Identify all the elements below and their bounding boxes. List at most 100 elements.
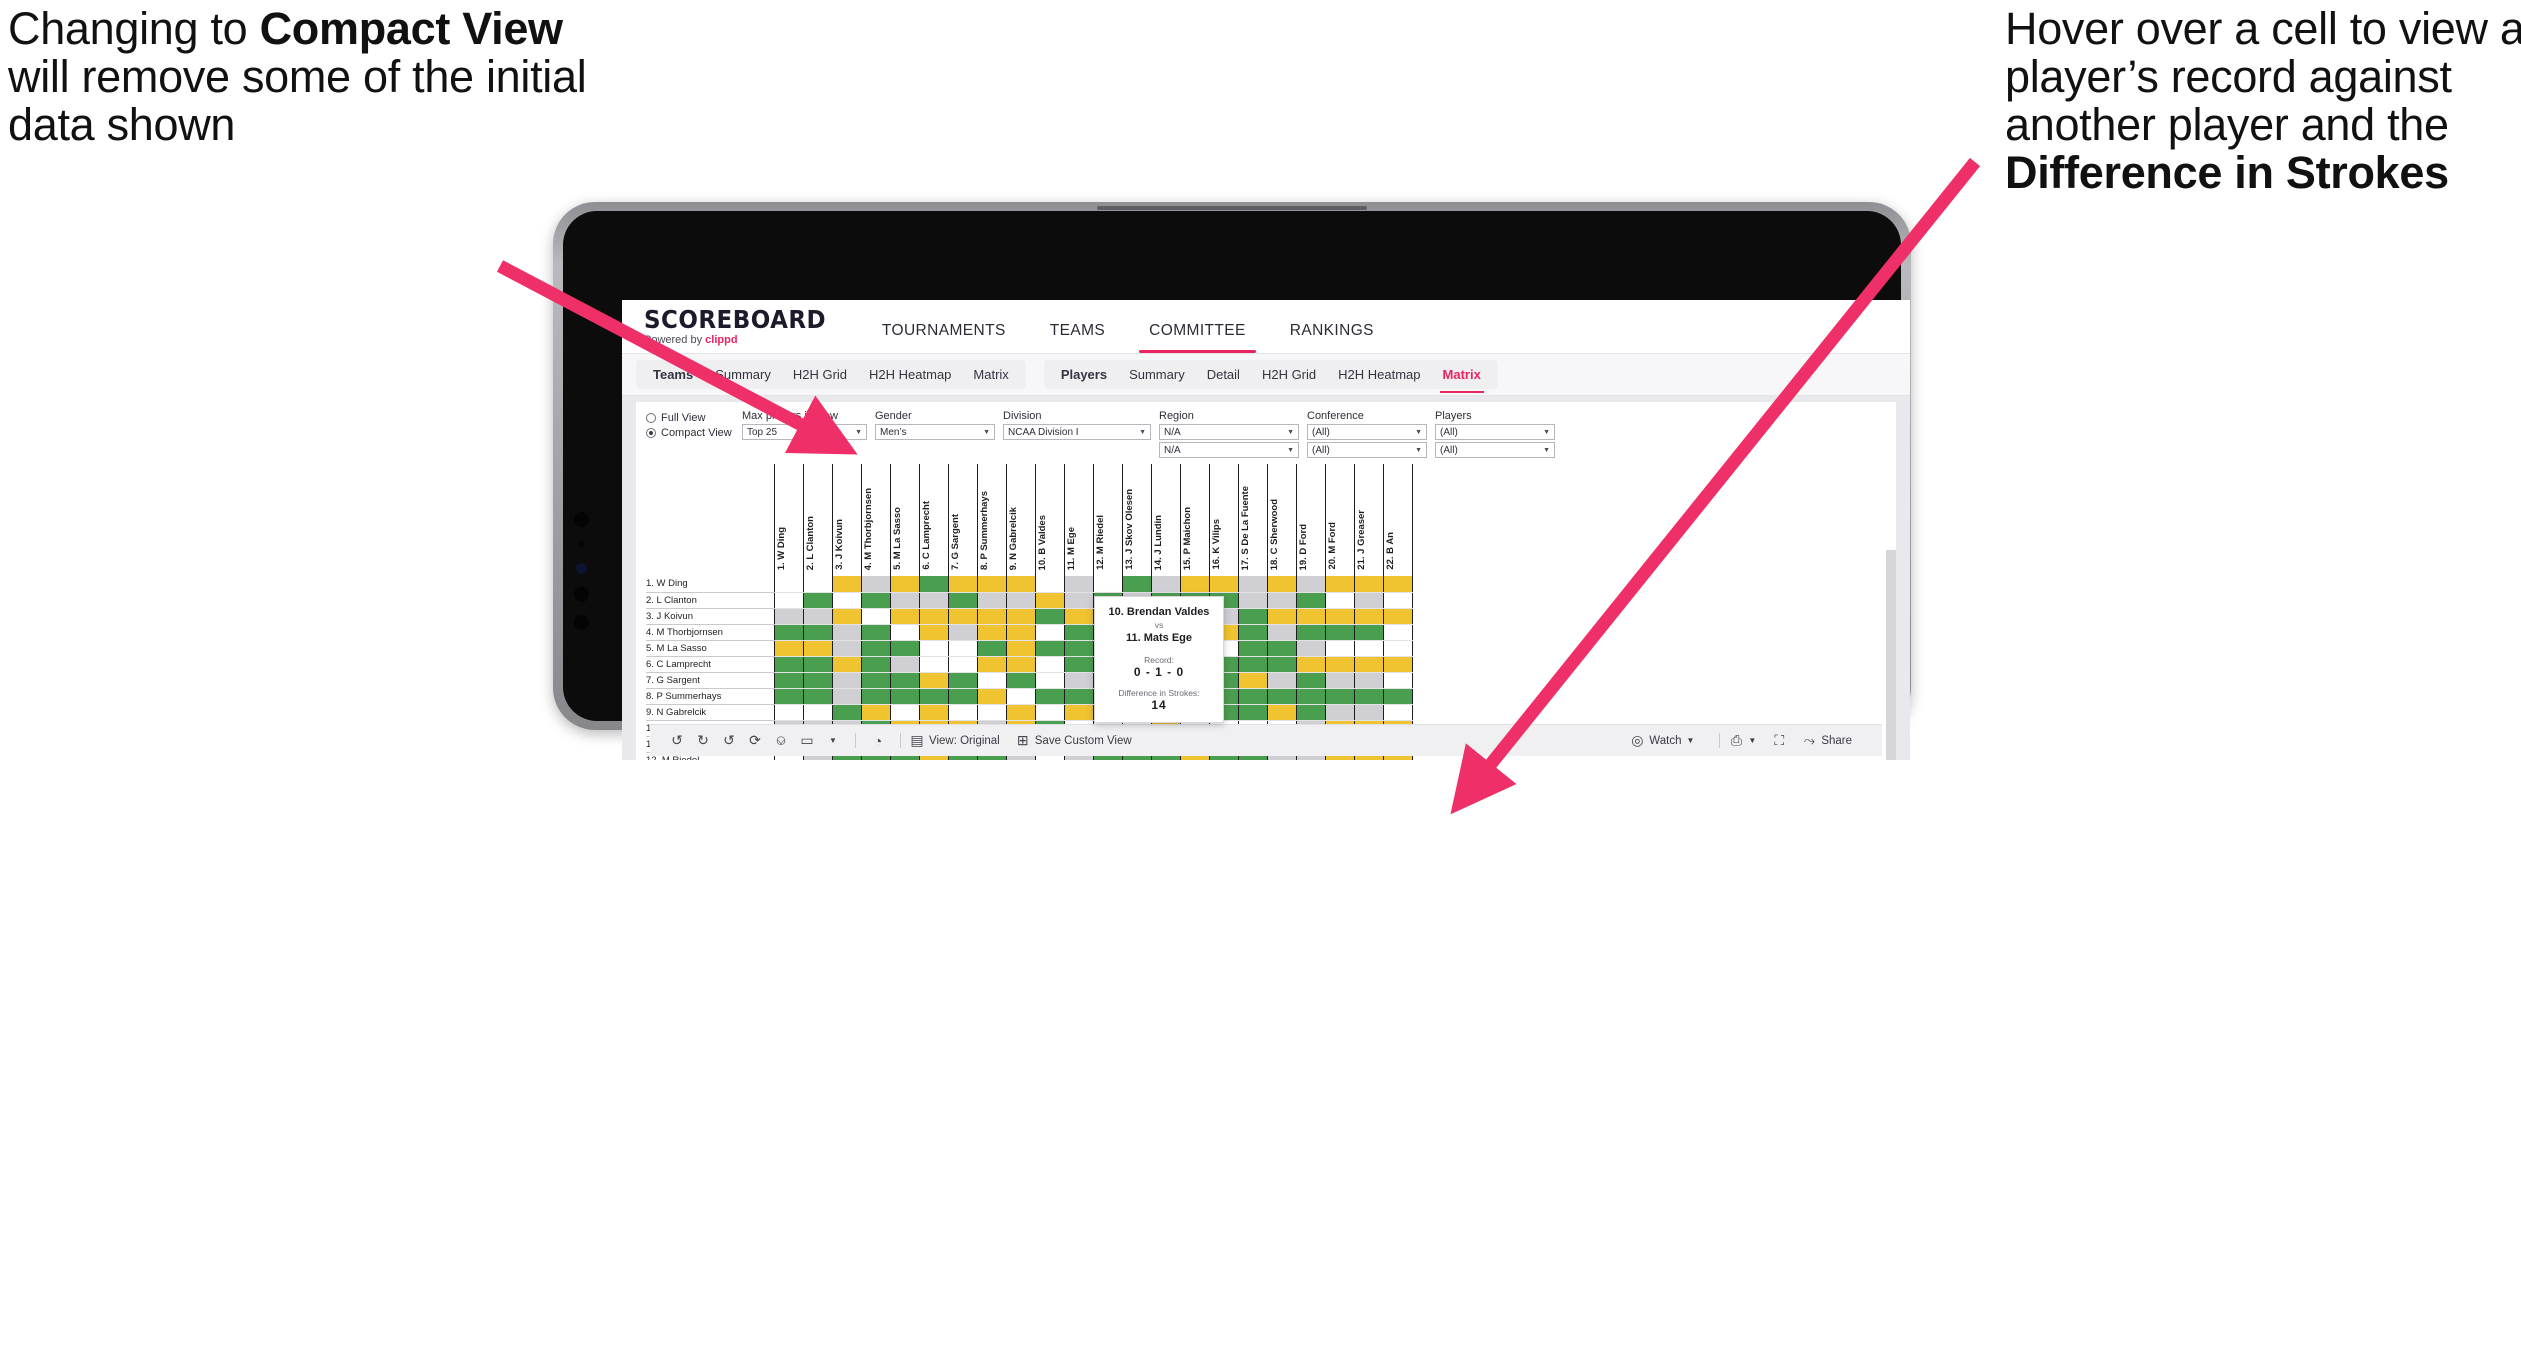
matrix-cell[interactable]: [860, 688, 891, 705]
matrix-cell[interactable]: [1237, 624, 1268, 641]
nav-tab-committee[interactable]: COMMITTEE: [1127, 322, 1268, 353]
matrix-cell[interactable]: [1353, 592, 1384, 609]
matrix-cell[interactable]: [1382, 640, 1413, 657]
filter-region-select-secondary[interactable]: N/A ▼: [1159, 442, 1299, 458]
matrix-cell[interactable]: [1382, 672, 1413, 689]
matrix-cell[interactable]: [860, 672, 891, 689]
matrix-cell[interactable]: [802, 704, 833, 721]
matrix-cell[interactable]: [802, 624, 833, 641]
radio-full-view-icon[interactable]: [646, 413, 656, 423]
matrix-cell[interactable]: [1266, 592, 1297, 609]
matrix-cell[interactable]: [1237, 592, 1268, 609]
matrix-cell[interactable]: [1063, 704, 1094, 721]
subnav-teams-h2h-heatmap[interactable]: H2H Heatmap: [858, 364, 962, 385]
nav-tab-rankings[interactable]: RANKINGS: [1268, 322, 1396, 353]
subnav-teams-h2h-grid[interactable]: H2H Grid: [782, 364, 858, 385]
matrix-cell[interactable]: [831, 608, 862, 625]
matrix-cell[interactable]: [1382, 704, 1413, 721]
matrix-cell[interactable]: [831, 672, 862, 689]
matrix-cell[interactable]: [1382, 592, 1413, 609]
matrix-cell[interactable]: [1266, 608, 1297, 625]
matrix-cell[interactable]: [1295, 576, 1326, 593]
matrix-cell[interactable]: [773, 656, 804, 673]
matrix-cell[interactable]: [1034, 608, 1065, 625]
subnav-teams-summary[interactable]: Summary: [704, 364, 782, 385]
matrix-cell[interactable]: [1324, 688, 1355, 705]
matrix-cell[interactable]: [1237, 640, 1268, 657]
filter-max-players-select[interactable]: Top 25 ▼: [742, 424, 867, 440]
refresh-icon[interactable]: ⟳: [742, 732, 768, 749]
matrix-cell[interactable]: [860, 704, 891, 721]
matrix-cell[interactable]: [1237, 576, 1268, 593]
matrix-cell[interactable]: [918, 672, 949, 689]
matrix-cell[interactable]: [860, 592, 891, 609]
matrix-cell[interactable]: [947, 656, 978, 673]
matrix-cell[interactable]: [889, 592, 920, 609]
matrix-cell[interactable]: [976, 608, 1007, 625]
matrix-cell[interactable]: [947, 576, 978, 593]
matrix-cell[interactable]: [918, 640, 949, 657]
subnav-players-detail[interactable]: Detail: [1196, 364, 1251, 385]
matrix-cell[interactable]: [773, 704, 804, 721]
filter-division-select[interactable]: NCAA Division I ▼: [1003, 424, 1151, 440]
matrix-cell[interactable]: [918, 688, 949, 705]
matrix-cell[interactable]: [1382, 608, 1413, 625]
clock-icon[interactable]: ◔: [865, 733, 891, 749]
matrix-cell[interactable]: [947, 624, 978, 641]
revert-icon[interactable]: ↺: [716, 732, 742, 749]
matrix-cell[interactable]: [1353, 608, 1384, 625]
matrix-cell[interactable]: [918, 608, 949, 625]
matrix-cell[interactable]: [1353, 688, 1384, 705]
fullscreen-button[interactable]: ⛶: [1772, 732, 1786, 749]
matrix-cell[interactable]: [802, 672, 833, 689]
matrix-cell[interactable]: [1324, 576, 1355, 593]
highlight-icon[interactable]: ▭: [794, 732, 820, 749]
matrix-cell[interactable]: [1063, 592, 1094, 609]
matrix-cell[interactable]: [918, 592, 949, 609]
matrix-cell[interactable]: [831, 704, 862, 721]
radio-compact-view[interactable]: Compact View: [646, 427, 742, 439]
matrix-cell[interactable]: [918, 624, 949, 641]
matrix-cell[interactable]: [773, 672, 804, 689]
matrix-cell[interactable]: [1063, 688, 1094, 705]
matrix-cell[interactable]: [889, 640, 920, 657]
matrix-cell[interactable]: [918, 704, 949, 721]
redo-icon[interactable]: ↻: [690, 732, 716, 749]
vertical-scrollbar-thumb[interactable]: [1886, 550, 1896, 760]
matrix-cell[interactable]: [1063, 672, 1094, 689]
matrix-cell[interactable]: [1034, 640, 1065, 657]
watch-button[interactable]: ◎ Watch ▼: [1630, 732, 1694, 749]
matrix-cell[interactable]: [1382, 624, 1413, 641]
matrix-cell[interactable]: [889, 608, 920, 625]
matrix-cell[interactable]: [1005, 608, 1036, 625]
matrix-cell[interactable]: [1266, 640, 1297, 657]
matrix-cell[interactable]: [773, 688, 804, 705]
matrix-cell[interactable]: [1295, 672, 1326, 689]
matrix-cell[interactable]: [889, 576, 920, 593]
matrix-cell[interactable]: [1005, 624, 1036, 641]
matrix-cell[interactable]: [1353, 656, 1384, 673]
matrix-cell[interactable]: [1324, 592, 1355, 609]
subnav-players-h2h-grid[interactable]: H2H Grid: [1251, 364, 1327, 385]
matrix-cell[interactable]: [1295, 688, 1326, 705]
matrix-cell[interactable]: [1295, 592, 1326, 609]
matrix-cell[interactable]: [1353, 704, 1384, 721]
matrix-cell[interactable]: [1295, 624, 1326, 641]
matrix-cell[interactable]: [831, 624, 862, 641]
matrix-cell[interactable]: [976, 704, 1007, 721]
matrix-cell[interactable]: [1092, 576, 1123, 593]
matrix-cell[interactable]: [1353, 672, 1384, 689]
matrix-cell[interactable]: [1295, 608, 1326, 625]
matrix-cell[interactable]: [889, 656, 920, 673]
matrix-cell[interactable]: [1063, 608, 1094, 625]
download-button[interactable]: ⎙ ▼: [1729, 732, 1757, 749]
matrix-cell[interactable]: [773, 624, 804, 641]
matrix-cell[interactable]: [1034, 592, 1065, 609]
matrix-cell[interactable]: [802, 576, 833, 593]
matrix-cell[interactable]: [1063, 624, 1094, 641]
subnav-teams-matrix[interactable]: Matrix: [962, 364, 1019, 385]
matrix-cell[interactable]: [1353, 640, 1384, 657]
view-original-button[interactable]: ▤ View: Original: [910, 732, 999, 749]
matrix-cell[interactable]: [860, 640, 891, 657]
save-custom-view-button[interactable]: ⊞ Save Custom View: [1016, 732, 1132, 749]
